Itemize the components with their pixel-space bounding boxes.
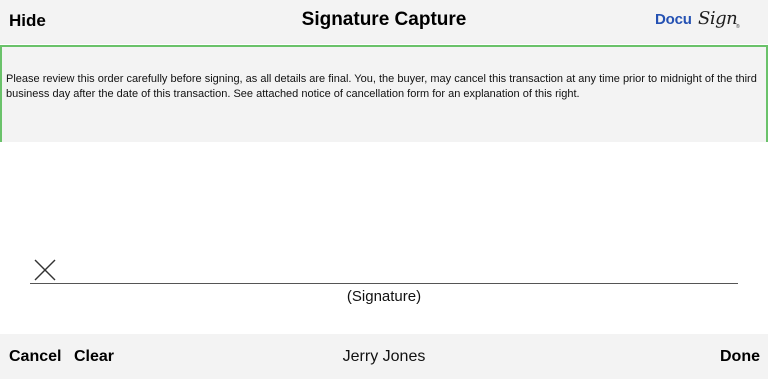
cancel-button[interactable]: Cancel [9,348,61,366]
clear-button[interactable]: Clear [74,348,114,366]
x-mark-icon [34,259,56,281]
logo-registered-mark: ® [736,24,740,30]
signature-line [30,283,738,284]
done-button[interactable]: Done [720,348,760,366]
header-bar: Hide Signature Capture Docu Sign ® [0,0,768,44]
logo-sign-text: Sign [698,8,738,29]
page-title: Signature Capture [301,9,467,30]
docusign-logo: Docu Sign ® [654,8,746,36]
footer-bar: Cancel Clear Jerry Jones Done [0,334,768,379]
logo-docu-text: Docu [655,11,692,28]
signature-label: (Signature) [346,288,422,305]
signer-name: Jerry Jones [342,348,426,365]
signature-pad[interactable]: (Signature) [0,142,768,334]
order-notice-box: Please review this order carefully befor… [0,45,768,144]
order-notice-text: Please review this order carefully befor… [6,73,757,100]
